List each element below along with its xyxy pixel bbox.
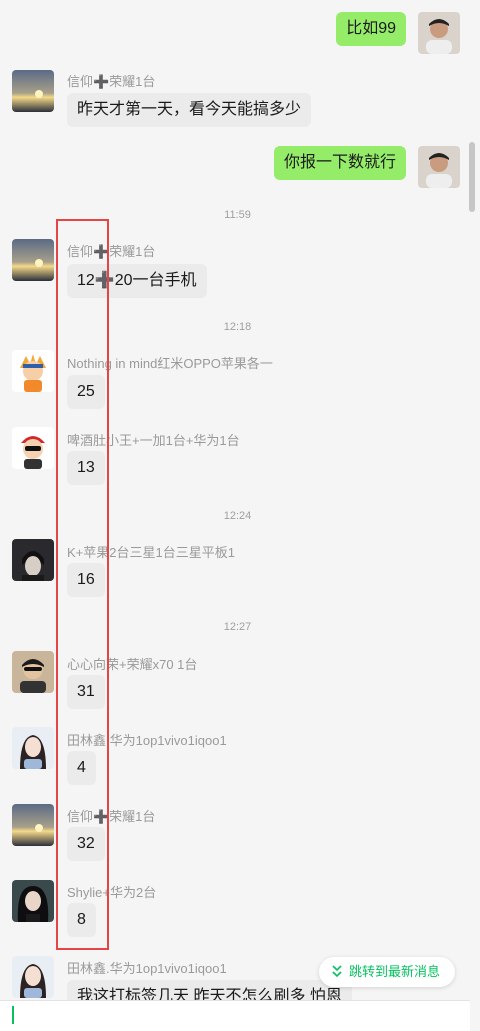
sender-name: K+苹果2台三星1台三星平板1	[67, 545, 235, 560]
message-bubble[interactable]: 4	[67, 751, 96, 785]
sender-name: 心心向荣+荣耀x70 1台	[67, 657, 198, 672]
timestamp: 12:18	[223, 321, 252, 333]
sender-name: Nothing in mind红米OPPO苹果各一	[67, 356, 273, 371]
message-bubble[interactable]: 12➕20一台手机	[67, 264, 207, 298]
jump-to-latest-button[interactable]: 跳转到最新消息	[319, 957, 455, 987]
sender-name: 信仰➕荣耀1台	[67, 74, 156, 89]
message-bubble[interactable]: 32	[67, 827, 105, 861]
sender-name: 信仰➕荣耀1台	[67, 809, 156, 824]
sender-name: 啤酒肚小王+一加1台+华为1台	[67, 433, 240, 448]
message-bubble[interactable]: 13	[67, 451, 105, 485]
sender-name: 田林鑫.华为1op1vivo1iqoo1	[67, 733, 227, 748]
dark-hair-avatar[interactable]	[12, 880, 54, 922]
timestamp: 12:27	[223, 621, 252, 633]
message-bubble[interactable]: 昨天才第一天，看今天能搞多少	[67, 93, 312, 127]
message-input[interactable]	[0, 1000, 470, 1031]
avatar-man[interactable]	[418, 12, 460, 54]
text-cursor	[12, 1006, 14, 1024]
avatar-man[interactable]	[418, 146, 460, 188]
sunset-avatar[interactable]	[12, 239, 54, 281]
sender-name: Shylie+华为2台	[67, 885, 157, 900]
message-bubble[interactable]: 25	[67, 375, 105, 409]
message-bubble-outgoing[interactable]: 你报一下数就行	[273, 146, 406, 180]
message-bubble-outgoing[interactable]: 比如99	[336, 12, 406, 46]
timestamp: 12:24	[223, 510, 252, 522]
jump-to-latest-label: 跳转到最新消息	[349, 964, 441, 979]
sender-name: 信仰➕荣耀1台	[67, 244, 156, 259]
message-bubble[interactable]: 31	[67, 675, 105, 709]
double-chevron-down-icon	[331, 957, 343, 997]
sunset-avatar[interactable]	[12, 804, 54, 846]
woman-avatar[interactable]	[12, 727, 54, 769]
cartoon-ninja-avatar[interactable]	[12, 350, 54, 392]
cartoon-red-cap-avatar[interactable]	[12, 427, 54, 469]
timestamp: 11:59	[224, 209, 251, 221]
sunset-avatar[interactable]	[12, 70, 54, 112]
scrollbar-thumb[interactable]	[469, 142, 475, 212]
anime-dark-avatar[interactable]	[12, 539, 54, 581]
sunglasses-avatar[interactable]	[12, 651, 54, 693]
woman-avatar[interactable]	[12, 956, 54, 998]
message-bubble[interactable]: 16	[67, 563, 105, 597]
message-bubble[interactable]: 8	[67, 903, 96, 937]
sender-name: 田林鑫.华为1op1vivo1iqoo1	[67, 961, 227, 976]
